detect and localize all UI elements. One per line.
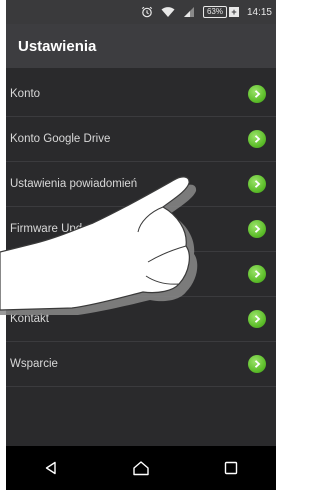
wifi-icon	[161, 6, 175, 18]
navigation-bar	[6, 446, 276, 490]
clock: 14:15	[246, 6, 272, 18]
charging-icon: +	[228, 7, 239, 17]
settings-item-google-drive[interactable]: Konto Google Drive	[6, 117, 276, 162]
settings-item-label: Wsparcie	[10, 358, 58, 370]
phone-screen: 63% + 14:15 Ustawienia Konto Konto Googl…	[6, 0, 276, 490]
alarm-icon	[141, 6, 153, 18]
settings-item-label: Kontakt	[10, 313, 49, 325]
settings-item-label: Konto Google Drive	[10, 133, 111, 145]
chevron-right-icon	[248, 175, 266, 193]
recents-icon[interactable]	[211, 448, 251, 488]
chevron-right-icon	[248, 220, 266, 238]
settings-item-notifications[interactable]: Ustawienia powiadomień	[6, 162, 276, 207]
settings-item-konto[interactable]: Konto	[6, 72, 276, 117]
settings-item-label: Firmware Update	[10, 223, 99, 235]
chevron-right-icon	[248, 265, 266, 283]
back-icon[interactable]	[31, 448, 71, 488]
app-bar: Ustawienia	[6, 24, 276, 68]
settings-item-label: Ustawienia powiadomień	[10, 178, 138, 190]
settings-item-kontakt[interactable]: Kontakt	[6, 297, 276, 342]
battery-indicator: 63% +	[202, 6, 239, 18]
settings-item-5[interactable]: W	[6, 252, 276, 297]
chevron-right-icon	[248, 130, 266, 148]
settings-item-wsparcie[interactable]: Wsparcie	[6, 342, 276, 387]
settings-item-firmware-update[interactable]: Firmware Update	[6, 207, 276, 252]
home-icon[interactable]	[121, 448, 161, 488]
status-bar: 63% + 14:15	[6, 0, 276, 24]
chevron-right-icon	[248, 310, 266, 328]
chevron-right-icon	[248, 85, 266, 103]
settings-item-label: W	[10, 268, 21, 280]
battery-percent: 63%	[202, 6, 227, 18]
settings-item-label: Konto	[10, 88, 41, 100]
page-title: Ustawienia	[18, 37, 97, 55]
signal-icon	[183, 6, 195, 18]
chevron-right-icon	[248, 355, 266, 373]
settings-list: Konto Konto Google Drive Ustawienia powi…	[6, 72, 276, 387]
